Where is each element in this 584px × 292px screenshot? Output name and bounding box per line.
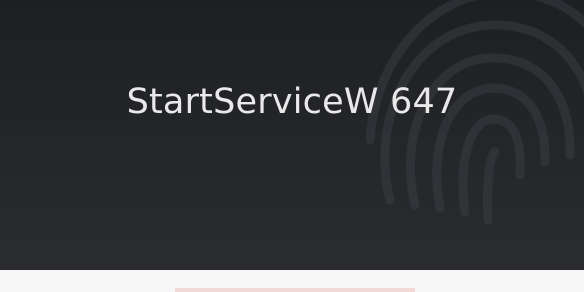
accent-line xyxy=(175,288,415,292)
error-message: StartServiceW 647 xyxy=(126,82,458,122)
error-dialog: StartServiceW 647 xyxy=(0,0,584,270)
fingerprint-watermark-icon xyxy=(365,0,584,225)
